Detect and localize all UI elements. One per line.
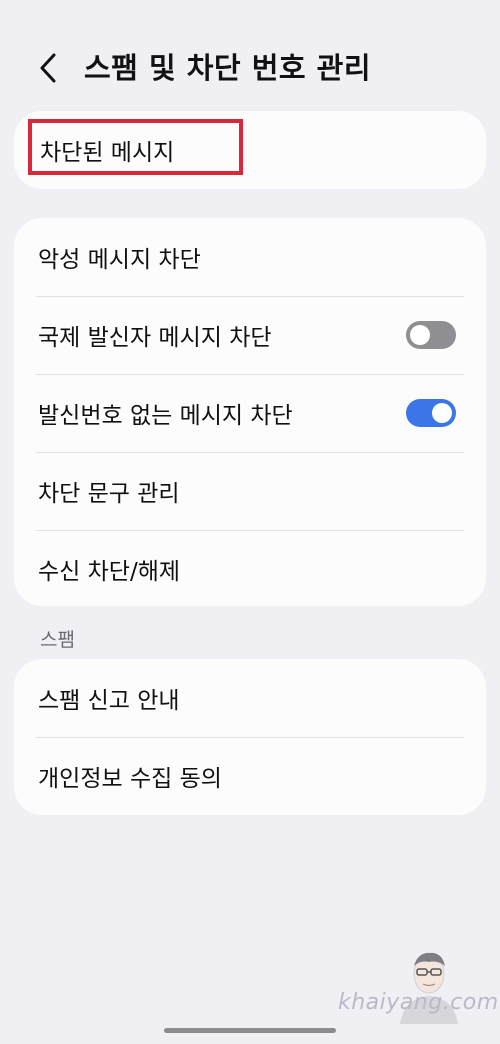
watermark-text: khaiyang.com <box>338 990 499 1015</box>
international-sender-block-label: 국제 발신자 메시지 차단 <box>38 325 272 351</box>
blocked-phrases-label: 차단 문구 관리 <box>38 481 180 507</box>
international-sender-block-item[interactable]: 국제 발신자 메시지 차단 <box>14 296 486 374</box>
chevron-left-icon <box>40 53 56 83</box>
home-indicator[interactable] <box>164 1028 336 1033</box>
spam-report-guide-label: 스팸 신고 안내 <box>38 688 180 714</box>
page-title: 스팸 및 차단 번호 관리 <box>84 51 372 85</box>
toggle-knob <box>410 325 430 345</box>
blocked-messages-item[interactable]: 차단된 메시지 <box>14 111 486 189</box>
spam-section-header: 스팸 <box>40 629 75 651</box>
block-unblock-item[interactable]: 수신 차단/해제 <box>14 530 486 606</box>
no-caller-id-toggle[interactable] <box>406 399 456 427</box>
top-app-bar: 스팸 및 차단 번호 관리 <box>0 38 500 98</box>
blocked-phrases-item[interactable]: 차단 문구 관리 <box>14 452 486 530</box>
privacy-consent-label: 개인정보 수집 동의 <box>38 766 222 792</box>
blocked-messages-label: 차단된 메시지 <box>40 140 175 166</box>
spam-report-guide-item[interactable]: 스팸 신고 안내 <box>14 659 486 737</box>
no-caller-id-block-label: 발신번호 없는 메시지 차단 <box>38 403 293 429</box>
toggle-knob <box>432 403 452 423</box>
spam-card: 스팸 신고 안내 개인정보 수집 동의 <box>14 659 486 815</box>
international-sender-toggle[interactable] <box>406 321 456 349</box>
privacy-consent-item[interactable]: 개인정보 수집 동의 <box>14 737 486 815</box>
no-caller-id-block-item[interactable]: 발신번호 없는 메시지 차단 <box>14 374 486 452</box>
blocked-messages-card: 차단된 메시지 <box>14 111 486 189</box>
malicious-message-block-label: 악성 메시지 차단 <box>38 247 201 273</box>
malicious-message-block-item[interactable]: 악성 메시지 차단 <box>14 218 486 296</box>
block-settings-card: 악성 메시지 차단 국제 발신자 메시지 차단 발신번호 없는 메시지 차단 차… <box>14 218 486 606</box>
block-unblock-label: 수신 차단/해제 <box>38 559 181 585</box>
back-button[interactable] <box>30 48 66 88</box>
